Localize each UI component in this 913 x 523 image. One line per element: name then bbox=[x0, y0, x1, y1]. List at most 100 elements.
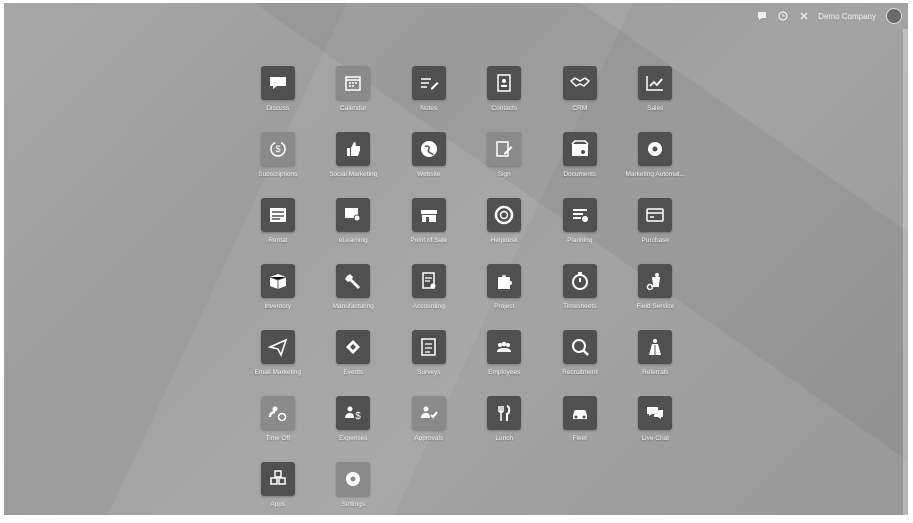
box-icon bbox=[260, 264, 295, 298]
close-icon[interactable] bbox=[800, 12, 808, 20]
app-point-of-sale[interactable]: Point of Sale bbox=[391, 198, 467, 244]
app-sales[interactable]: Sales bbox=[618, 66, 694, 112]
app-approvals[interactable]: Approvals bbox=[391, 396, 467, 442]
app-label: Surveys bbox=[417, 369, 441, 376]
app-lunch[interactable]: Lunch bbox=[467, 396, 543, 442]
globe-icon bbox=[411, 132, 446, 166]
app-label: Live Chat bbox=[641, 435, 669, 442]
systray: Demo Company bbox=[756, 3, 908, 29]
app-timesheets[interactable]: Timesheets bbox=[542, 264, 618, 310]
app-subscriptions[interactable]: $ Subscriptions bbox=[240, 132, 316, 178]
app-label: Social Marketing bbox=[329, 171, 378, 178]
app-label: Notes bbox=[420, 105, 438, 112]
app-marketing-automat[interactable]: Marketing Automat... bbox=[618, 132, 694, 178]
expenses-icon: $ bbox=[336, 396, 371, 430]
app-label: Helpdesk bbox=[490, 237, 518, 244]
accounting-icon bbox=[411, 264, 446, 298]
cubes-icon bbox=[260, 462, 295, 496]
app-label: Recruitment bbox=[562, 369, 598, 376]
app-inventory[interactable]: Inventory bbox=[240, 264, 316, 310]
subscription-icon: $ bbox=[260, 132, 295, 166]
time-off-icon bbox=[260, 396, 295, 430]
app-settings[interactable]: Settings bbox=[316, 462, 392, 508]
app-label: Email Marketing bbox=[254, 369, 302, 376]
app-email-marketing[interactable]: Email Marketing bbox=[240, 330, 316, 376]
approvals-icon bbox=[411, 396, 446, 430]
handshake-icon bbox=[562, 66, 597, 100]
app-label: Planning bbox=[567, 237, 593, 244]
app-label: Documents bbox=[563, 171, 597, 178]
lifebuoy-icon bbox=[487, 198, 522, 232]
app-rental[interactable]: Rental bbox=[240, 198, 316, 244]
app-label: eLearning bbox=[338, 237, 368, 244]
app-label: Inventory bbox=[264, 303, 292, 310]
app-label: CRM bbox=[572, 105, 588, 112]
app-crm[interactable]: CRM bbox=[542, 66, 618, 112]
app-expenses[interactable]: $ Expenses bbox=[316, 396, 392, 442]
app-label: Time Off bbox=[265, 435, 291, 442]
app-label: Accounting bbox=[412, 303, 445, 310]
app-label: Apps bbox=[270, 501, 286, 508]
app-label: Manufacturing bbox=[332, 303, 374, 310]
app-label: Sign bbox=[497, 171, 511, 178]
puzzle-icon bbox=[487, 264, 522, 298]
app-apps[interactable]: Apps bbox=[240, 462, 316, 508]
svg-text:$: $ bbox=[275, 144, 280, 154]
app-recruitment[interactable]: Recruitment bbox=[542, 330, 618, 376]
gear-icon bbox=[638, 132, 673, 166]
elearning-icon bbox=[336, 198, 371, 232]
app-label: Website bbox=[417, 171, 441, 178]
company-switcher[interactable]: Demo Company bbox=[818, 12, 876, 21]
scrollbar[interactable] bbox=[903, 29, 908, 515]
app-manufacturing[interactable]: Manufacturing bbox=[316, 264, 392, 310]
app-purchase[interactable]: Purchase bbox=[618, 198, 694, 244]
credit-card-icon bbox=[638, 198, 673, 232]
sign-icon bbox=[487, 132, 522, 166]
app-referrals[interactable]: Referrals bbox=[618, 330, 694, 376]
chat-icon bbox=[260, 66, 295, 100]
chat-bubble-icon[interactable] bbox=[756, 11, 768, 21]
app-social-marketing[interactable]: Social Marketing bbox=[316, 132, 392, 178]
app-surveys[interactable]: Surveys bbox=[391, 330, 467, 376]
app-label: Purchase bbox=[641, 237, 669, 244]
app-contacts[interactable]: Contacts bbox=[467, 66, 543, 112]
app-website[interactable]: Website bbox=[391, 132, 467, 178]
app-elearning[interactable]: eLearning bbox=[316, 198, 392, 244]
planning-icon bbox=[562, 198, 597, 232]
app-label: Discuss bbox=[266, 105, 290, 112]
live-chat-icon bbox=[638, 396, 673, 430]
app-label: Fleet bbox=[572, 435, 587, 442]
clock-icon[interactable] bbox=[778, 11, 790, 21]
app-label: Timesheets bbox=[563, 303, 597, 310]
app-planning[interactable]: Planning bbox=[542, 198, 618, 244]
rental-icon bbox=[260, 198, 295, 232]
app-discuss[interactable]: Discuss bbox=[240, 66, 316, 112]
svg-text:$: $ bbox=[355, 411, 361, 422]
app-documents[interactable]: Documents bbox=[542, 132, 618, 178]
app-employees[interactable]: Employees bbox=[467, 330, 543, 376]
app-notes[interactable]: Notes bbox=[391, 66, 467, 112]
app-label: Marketing Automat... bbox=[625, 171, 686, 178]
app-sign[interactable]: Sign bbox=[467, 132, 543, 178]
app-label: Events bbox=[343, 369, 364, 376]
app-live-chat[interactable]: Live Chat bbox=[618, 396, 694, 442]
field-service-icon bbox=[638, 264, 673, 298]
app-accounting[interactable]: Accounting bbox=[391, 264, 467, 310]
store-icon bbox=[411, 198, 446, 232]
app-events[interactable]: Events bbox=[316, 330, 392, 376]
app-field-service[interactable]: Field Service bbox=[618, 264, 694, 310]
user-avatar-icon[interactable] bbox=[886, 8, 902, 24]
app-label: Contacts bbox=[491, 105, 518, 112]
app-project[interactable]: Project bbox=[467, 264, 543, 310]
app-time-off[interactable]: Time Off bbox=[240, 396, 316, 442]
stopwatch-icon bbox=[562, 264, 597, 298]
settings-gear-icon bbox=[336, 462, 371, 496]
app-label: Rental bbox=[268, 237, 288, 244]
app-label: Lunch bbox=[495, 435, 514, 442]
search-icon bbox=[562, 330, 597, 364]
app-fleet[interactable]: Fleet bbox=[542, 396, 618, 442]
app-calendar[interactable]: Calendar bbox=[316, 66, 392, 112]
documents-icon bbox=[562, 132, 597, 166]
car-icon bbox=[562, 396, 597, 430]
app-helpdesk[interactable]: Helpdesk bbox=[467, 198, 543, 244]
